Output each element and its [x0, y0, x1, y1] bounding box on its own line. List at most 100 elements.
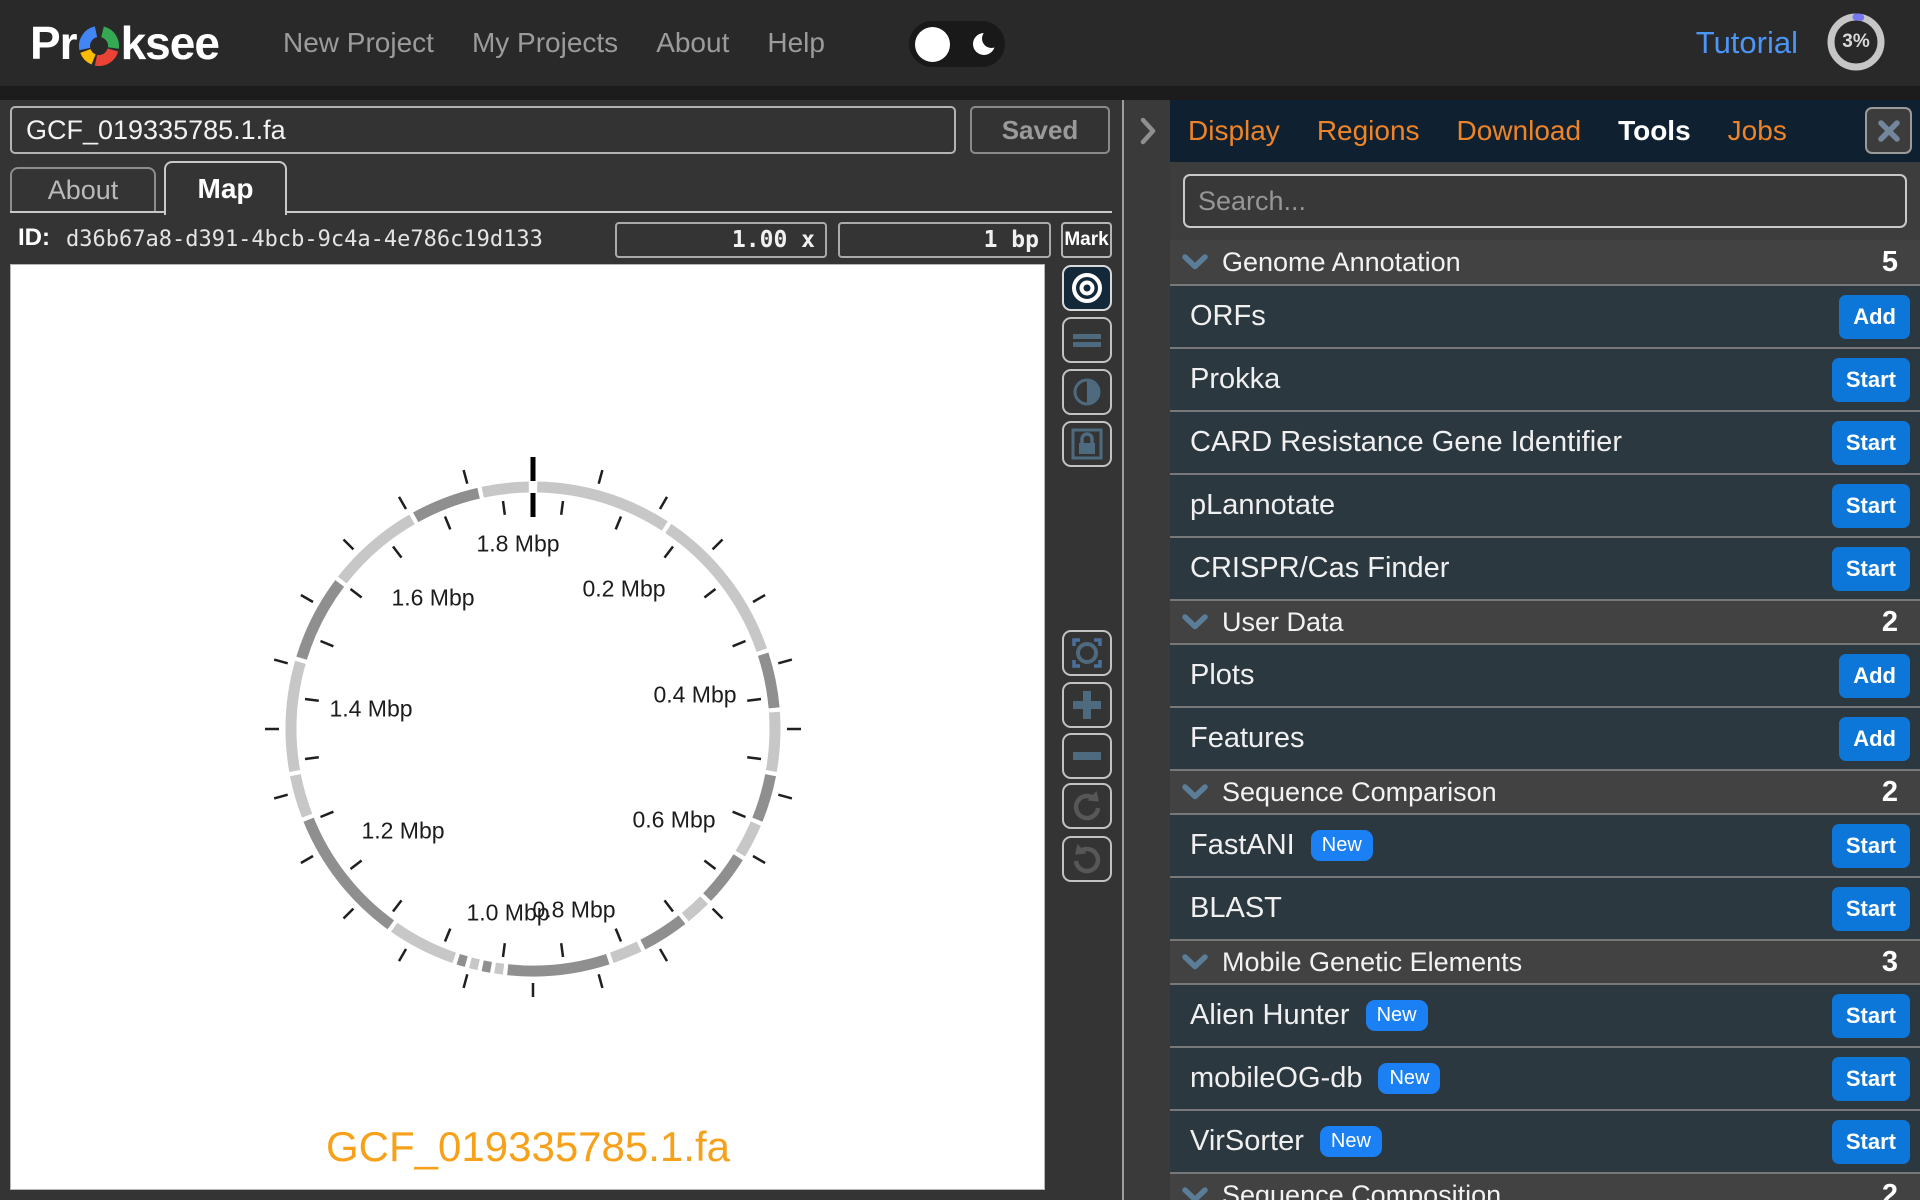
lock-button[interactable] — [1062, 421, 1112, 467]
tool-row-plannotate: pLannotate Start — [1170, 473, 1920, 536]
start-card-resistance-gene-identifier-button[interactable]: Start — [1831, 420, 1910, 465]
bp-position-field[interactable]: 1 bp — [838, 222, 1051, 258]
section-count: 2 — [1881, 775, 1898, 808]
undo-arrow-icon — [1070, 842, 1104, 876]
saved-button[interactable]: Saved — [970, 106, 1110, 154]
section-header-mobile-genetic-elements[interactable]: Mobile Genetic Elements 3 — [1170, 939, 1920, 983]
tool-row-card-resistance-gene-identifier: CARD Resistance Gene Identifier Start — [1170, 410, 1920, 473]
section-title: Sequence Comparison — [1222, 776, 1497, 807]
tool-name: BLAST — [1190, 892, 1282, 924]
half-circle-icon — [1070, 375, 1104, 409]
tool-row-blast: BLAST Start — [1170, 876, 1920, 939]
map-unit-label: 0.8 Mbp — [532, 896, 616, 923]
redo-button[interactable] — [1062, 783, 1112, 829]
add-features-button[interactable]: Add — [1839, 716, 1910, 761]
chevron-down-icon — [1182, 1186, 1208, 1200]
sidebar-tab-tools[interactable]: Tools — [1618, 115, 1691, 147]
fit-view-button[interactable] — [1062, 630, 1112, 676]
sidebar-tabbar: Display Regions Download Tools Jobs — [1170, 100, 1920, 162]
new-badge: New — [1319, 1126, 1382, 1157]
tool-row-features: Features Add — [1170, 706, 1920, 769]
chevron-down-icon — [1182, 613, 1208, 631]
start-mobileog-db-button[interactable]: Start — [1831, 1056, 1910, 1101]
proksee-app: Pr ksee New Project My Projects About Help … — [0, 0, 1920, 1200]
start-crispr-cas-finder-button[interactable]: Start — [1831, 546, 1910, 591]
circular-view-button[interactable] — [1062, 265, 1112, 311]
chevron-down-icon — [1182, 253, 1208, 271]
tutorial-link[interactable]: Tutorial — [1696, 0, 1798, 86]
tools-sidebar: Display Regions Download Tools Jobs Genome A… — [1170, 100, 1920, 1200]
mark-button[interactable]: Mark — [1061, 222, 1112, 258]
sidebar-gutter — [1124, 100, 1170, 1200]
section-title: Sequence Composition — [1222, 1179, 1502, 1200]
invert-colors-button[interactable] — [1062, 369, 1112, 415]
sidebar-tab-display[interactable]: Display — [1188, 115, 1280, 147]
tab-about[interactable]: About — [10, 167, 156, 213]
chevron-down-icon — [1182, 953, 1208, 971]
genome-map-canvas[interactable]: GCF_019335785.1.fa 1.8 Mbp 0.2 Mbp 1.6 Mbp… — [10, 264, 1045, 1190]
light-mode-icon — [915, 26, 950, 62]
tool-row-virsorter: VirSorter New Start — [1170, 1109, 1920, 1172]
section-header-sequence-comparison[interactable]: Sequence Comparison 2 — [1170, 769, 1920, 813]
undo-button[interactable] — [1062, 836, 1112, 882]
logo-text-prefix: Pr — [30, 17, 78, 69]
add-orfs-button[interactable]: Add — [1839, 294, 1910, 339]
nav-link-help[interactable]: Help — [767, 27, 825, 59]
collapse-sidebar-button[interactable] — [1133, 112, 1163, 152]
section-title: Genome Annotation — [1222, 246, 1461, 277]
tab-map[interactable]: Map — [164, 161, 287, 215]
linear-view-button[interactable] — [1062, 317, 1112, 363]
start-virsorter-button[interactable]: Start — [1831, 1119, 1910, 1164]
tool-name: CRISPR/Cas Finder — [1190, 552, 1450, 584]
start-prokka-button[interactable]: Start — [1831, 357, 1910, 402]
start-alien-hunter-button[interactable]: Start — [1831, 993, 1910, 1038]
nav-link-new-project[interactable]: New Project — [283, 27, 434, 59]
new-badge: New — [1310, 830, 1373, 861]
sidebar-tab-download[interactable]: Download — [1457, 115, 1582, 147]
tool-row-prokka: Prokka Start — [1170, 347, 1920, 410]
map-unit-label: 0.2 Mbp — [582, 575, 666, 602]
map-caption: GCF_019335785.1.fa — [326, 1123, 730, 1170]
theme-toggle[interactable] — [909, 21, 1005, 67]
section-count: 2 — [1881, 1178, 1898, 1200]
add-plots-button[interactable]: Add — [1839, 653, 1910, 698]
redo-arrow-icon — [1070, 789, 1104, 823]
fit-circle-icon — [1069, 635, 1105, 671]
tool-name: FastANI — [1190, 829, 1295, 861]
zoom-level-field[interactable]: 1.00 x — [615, 222, 827, 258]
project-filename-input[interactable] — [10, 106, 956, 154]
search-input[interactable] — [1183, 174, 1907, 228]
proksee-logo[interactable]: Pr ksee — [30, 0, 220, 86]
section-header-genome-annotation[interactable]: Genome Annotation 5 — [1170, 240, 1920, 284]
start-fastani-button[interactable]: Start — [1831, 823, 1910, 868]
sidebar-search-area — [1170, 162, 1920, 240]
horizontal-bars-icon — [1070, 323, 1104, 357]
map-unit-label: 1.4 Mbp — [329, 695, 413, 722]
zoom-in-button[interactable] — [1062, 682, 1112, 728]
tool-name: mobileOG-db — [1190, 1062, 1363, 1094]
top-navbar: Pr ksee New Project My Projects About Help … — [0, 0, 1920, 86]
close-sidebar-button[interactable] — [1865, 107, 1912, 154]
tool-name: Alien Hunter — [1190, 999, 1350, 1031]
start-blast-button[interactable]: Start — [1831, 886, 1910, 931]
start-plannotate-button[interactable]: Start — [1831, 483, 1910, 528]
section-header-user-data[interactable]: User Data 2 — [1170, 599, 1920, 643]
tool-name: CARD Resistance Gene Identifier — [1190, 426, 1622, 458]
minus-icon — [1070, 739, 1104, 773]
sidebar-tab-jobs[interactable]: Jobs — [1728, 115, 1787, 147]
tool-row-crispr-cas-finder: CRISPR/Cas Finder Start — [1170, 536, 1920, 599]
nav-link-my-projects[interactable]: My Projects — [472, 27, 618, 59]
map-unit-label: 0.6 Mbp — [632, 806, 716, 833]
section-header-sequence-composition[interactable]: Sequence Composition 2 — [1170, 1172, 1920, 1200]
sidebar-tab-regions[interactable]: Regions — [1317, 115, 1420, 147]
new-badge: New — [1378, 1063, 1441, 1094]
nav-links: New Project My Projects About Help — [283, 0, 825, 86]
concentric-circles-icon — [1070, 271, 1104, 305]
zoom-out-button[interactable] — [1062, 733, 1112, 779]
section-title: User Data — [1222, 606, 1344, 637]
project-id-label: ID: — [18, 224, 50, 251]
tool-row-mobileog-db: mobileOG-db New Start — [1170, 1046, 1920, 1109]
tool-row-fastani: FastANI New Start — [1170, 813, 1920, 876]
nav-link-about[interactable]: About — [656, 27, 729, 59]
tutorial-progress-ring[interactable]: 3% — [1824, 10, 1888, 74]
